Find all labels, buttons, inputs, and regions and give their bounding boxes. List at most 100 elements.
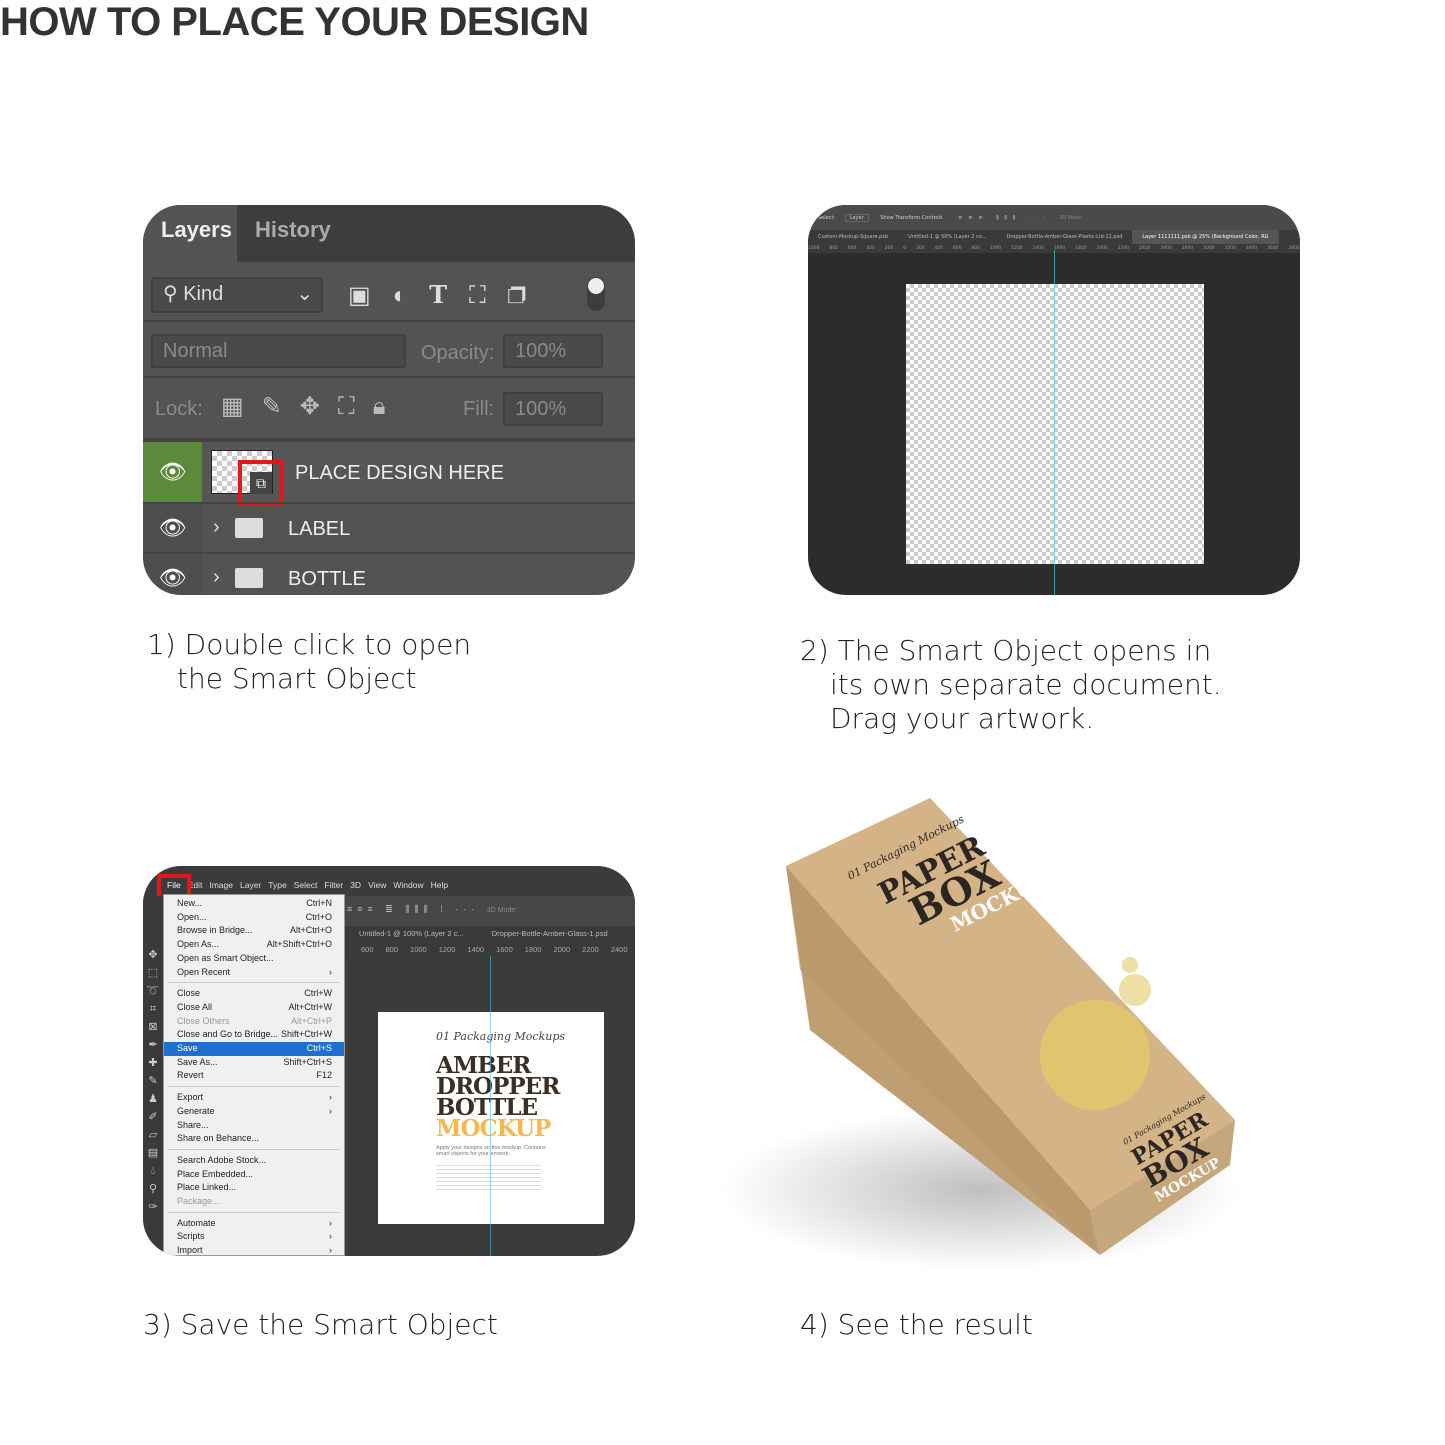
layer-dropdown[interactable]: Layer [844,214,869,222]
layer-row-bottle[interactable]: 👁︎ › BOTTLE [143,552,635,595]
fill-input[interactable]: 100% [503,392,603,426]
menu-item-close-others[interactable]: Close Others Alt+Ctrl+P [164,1015,344,1029]
menu-item-scripts[interactable]: Scripts › [164,1230,344,1244]
menu-item-label: Scripts [177,1231,205,1242]
document-tab[interactable]: Dropper-Bottle-Amber-Glass-Plastic-Lid-1… [997,230,1133,244]
menu-type[interactable]: Type [268,880,286,894]
menu-filter[interactable]: Filter [324,880,343,894]
eye-icon[interactable]: 👁︎ [143,504,202,552]
menu-item-new[interactable]: New... Ctrl+N [164,897,344,911]
transparent-canvas[interactable] [906,284,1204,564]
lasso-tool-icon[interactable]: ➰ [143,982,163,1000]
paper-box-result: 01 Packaging Mockups PAPER BOX MOCKUP 01… [720,798,1240,1270]
adjustment-filter-icon[interactable]: ◐ [393,282,430,309]
ruler-tick: 400 [934,246,944,251]
menu-item-open-as[interactable]: Open As... Alt+Shift+Ctrl+O [164,938,344,952]
stamp-tool-icon[interactable]: ♟ [143,1090,163,1108]
blur-tool-icon[interactable]: 💧︎ [143,1162,163,1180]
align-icons[interactable]: ≡≡≡ ⫼⫼⫼ ··· [958,215,1051,221]
document-tab[interactable]: Untitled-1 @ 50% (Layer 2 co... [898,230,996,244]
document-tab[interactable]: Dropper-Bottle-Amber-Glass-1.psd [478,926,622,940]
blend-mode-select[interactable]: Normal [151,334,406,368]
eye-icon[interactable]: 👁︎ [143,554,202,595]
expand-chevron-icon[interactable]: › [213,566,220,589]
menu-item-open[interactable]: Open... Ctrl+O [164,911,344,925]
tab-layers[interactable]: Layers [143,205,237,262]
menu-item-open-recent[interactable]: Open Recent › [164,966,344,980]
menu-item-browse-in-bridge[interactable]: Browse in Bridge... Alt+Ctrl+O [164,924,344,938]
opacity-input[interactable]: 100% [503,334,603,368]
ruler-tick: 0 [903,246,907,251]
ruler-tick: 1400 [467,945,485,954]
move-tool-icon[interactable]: ✥ [143,946,163,964]
filter-toggle[interactable] [587,277,605,311]
menu-item-revert[interactable]: Revert F12 [164,1069,344,1083]
menu-item-close[interactable]: Close Ctrl+W [164,987,344,1001]
menu-image[interactable]: Image [209,880,233,894]
menu-item-place-linked[interactable]: Place Linked... [164,1181,344,1195]
layer-name[interactable]: BOTTLE [288,568,366,591]
document-tab[interactable]: Layer 1111111.psb @ 25% (Background Colo… [1132,230,1279,244]
layer-name[interactable]: LABEL [288,518,350,541]
lock-move-icon[interactable]: ✥ [300,393,338,420]
lock-brush-icon[interactable]: ✎ [262,393,300,420]
layer-name[interactable]: PLACE DESIGN HERE [295,462,504,485]
expand-chevron-icon[interactable]: › [213,516,220,539]
shape-filter-icon[interactable]: ⛶ [469,282,508,309]
crop-tool-icon[interactable]: ⌗ [143,1000,163,1018]
ruler-tick: 200 [884,246,894,251]
type-filter-icon[interactable]: T [429,280,469,309]
lock-icons: ▦✎✥⛶🔒︎ [221,392,404,421]
dodge-tool-icon[interactable]: ⚲ [143,1180,163,1198]
menu-item-save-as[interactable]: Save As... Shift+Ctrl+S [164,1056,344,1070]
heal-tool-icon[interactable]: ✚ [143,1054,163,1072]
menu-item-close-and-go-to-bridge[interactable]: Close and Go to Bridge... Shift+Ctrl+W [164,1028,344,1042]
document-tab[interactable]: Untitled-1 @ 100% (Layer 2 c... [345,926,478,940]
menu-item-import[interactable]: Import › [164,1244,344,1256]
kind-filter-select[interactable]: ⚲ Kind ⌄ [151,277,323,313]
filter-icons[interactable]: ▣◐T⛶❐ [348,280,548,310]
menu-item-export[interactable]: Export › [164,1091,344,1105]
menu-item-close-all[interactable]: Close All Alt+Ctrl+W [164,1001,344,1015]
menu-item-share-on-behance[interactable]: Share on Behance... [164,1132,344,1146]
layer-row-place-design[interactable]: 👁︎ ⧉ PLACE DESIGN HERE [143,440,635,506]
eyedropper-tool-icon[interactable]: ✒ [143,1036,163,1054]
ruler-tick: 2800 [1181,246,1194,251]
smart-object-icon[interactable]: ⧉ [250,472,272,494]
gradient-tool-icon[interactable]: ▤ [143,1144,163,1162]
ruler-tick: 3000 [1203,246,1215,251]
menu-item-automate[interactable]: Automate › [164,1217,344,1231]
brush-tool-icon[interactable]: ✎ [143,1072,163,1090]
menu-item-place-embedded[interactable]: Place Embedded... [164,1168,344,1182]
lock-artboard-icon[interactable]: ⛶ [338,393,373,420]
menu-item-share[interactable]: Share... [164,1119,344,1133]
menu-layer[interactable]: Layer [240,880,261,894]
frame-tool-icon[interactable]: ⊠ [143,1018,163,1036]
menu-item-open-as-smart-object[interactable]: Open as Smart Object... [164,952,344,966]
show-transform-checkbox[interactable]: Show Transform Controls [880,215,942,221]
document-tab[interactable]: Custom-Mockup-Square.psb [808,230,898,244]
menu-item-search-adobe-stock[interactable]: Search Adobe Stock... [164,1154,344,1168]
lock-transparency-icon[interactable]: ▦ [221,393,262,420]
history-brush-icon[interactable]: ✐ [143,1108,163,1126]
menu-select[interactable]: Select [294,880,318,894]
menu-help[interactable]: Help [431,880,448,894]
menu-3d[interactable]: 3D [350,880,361,894]
image-filter-icon[interactable]: ▣ [348,282,393,309]
menu-item-package[interactable]: Package... [164,1195,344,1209]
align-icons[interactable]: ≡≡≡ ≣ ⫼⫼⫼ ⁞ ··· [347,904,479,914]
lock-all-icon[interactable]: 🔒︎ [373,393,404,420]
eraser-tool-icon[interactable]: ▱ [143,1126,163,1144]
marquee-tool-icon[interactable]: ⬚ [143,964,163,982]
pen-tool-icon[interactable]: ✑ [143,1198,163,1216]
tab-history[interactable]: History [237,205,349,262]
smart-object-filter-icon[interactable]: ❐ [508,282,548,309]
eye-icon[interactable]: 👁︎ [143,442,202,502]
layer-row-label[interactable]: 👁︎ › LABEL [143,502,635,552]
menu-item-generate[interactable]: Generate › [164,1105,344,1119]
menu-view[interactable]: View [368,880,386,894]
menu-window[interactable]: Window [393,880,423,894]
menu-item-save[interactable]: Save Ctrl+S [164,1042,344,1056]
tools-toolbar[interactable]: ✥ ⬚ ➰ ⌗ ⊠ ✒ ✚ ✎ ♟ ✐ ▱ ▤ 💧︎ ⚲ ✑ [143,896,163,1256]
artwork-canvas[interactable]: 01 Packaging Mockups AMBER DROPPER BOTTL… [378,1012,604,1224]
